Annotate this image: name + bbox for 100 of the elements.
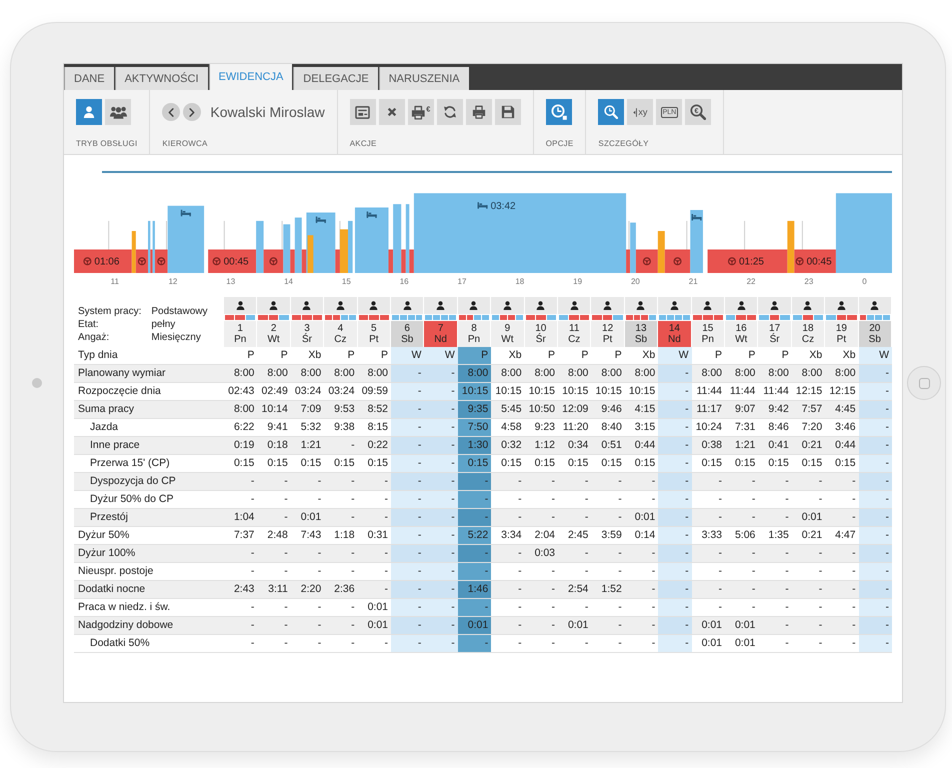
- hour-label: 23: [804, 277, 814, 286]
- tab[interactable]: DANE: [64, 67, 114, 90]
- driving-block: [74, 249, 132, 273]
- table-cell: -: [491, 473, 525, 491]
- table-cell: 8:00: [224, 365, 258, 383]
- bed-icon: [316, 216, 326, 224]
- form-button[interactable]: [350, 99, 376, 125]
- row-label: Rozpoczęcie dnia: [74, 383, 224, 401]
- save-button[interactable]: [494, 99, 521, 125]
- search-button[interactable]: [598, 99, 624, 125]
- table-cell: -: [658, 383, 692, 401]
- row-label: Dodatki 50%: [74, 635, 224, 653]
- work-block: [658, 231, 665, 273]
- rest-segment: [559, 315, 568, 320]
- table-cell: -: [792, 617, 826, 635]
- table-cell: 0:38: [692, 437, 725, 455]
- table-cell: W: [391, 347, 424, 365]
- table-cell: -: [391, 545, 424, 563]
- close-icon: [386, 107, 397, 117]
- table-cell: -: [624, 581, 658, 599]
- clock-button[interactable]: [546, 99, 572, 125]
- table-cell: -: [524, 509, 558, 527]
- table-cell: -: [825, 545, 859, 563]
- table-cell: -: [424, 491, 458, 509]
- tab[interactable]: AKTYWNOŚCI: [114, 67, 208, 90]
- table-cell: -: [257, 473, 291, 491]
- person-button[interactable]: [76, 99, 102, 125]
- table-cell: 8:00: [491, 365, 525, 383]
- table-cell: -: [858, 401, 892, 419]
- table-cell: -: [591, 509, 625, 527]
- table-cell: -: [792, 545, 826, 563]
- table-cell: -: [458, 635, 492, 653]
- bed-icon: [478, 202, 488, 209]
- table-cell: -: [324, 617, 358, 635]
- table-cell: -: [624, 617, 658, 635]
- table-cell: 10:24: [692, 419, 725, 437]
- previous-button[interactable]: [162, 103, 180, 121]
- table-cell: 10:14: [257, 401, 291, 419]
- day-number: 4: [338, 323, 344, 334]
- person-icon: [870, 301, 880, 310]
- driving-block: [150, 249, 153, 273]
- table-cell: -: [858, 599, 892, 617]
- tab[interactable]: DELEGACJE: [293, 67, 378, 90]
- next-button[interactable]: [183, 103, 202, 121]
- table-cell: -: [858, 365, 892, 383]
- hour-label: 12: [168, 277, 178, 286]
- rest-segment: [826, 315, 836, 320]
- rest-block: [630, 222, 636, 273]
- row-label: Jazda: [74, 419, 224, 437]
- table-cell: -: [692, 509, 725, 527]
- table-cell: -: [658, 527, 692, 545]
- group-label: AKCJE: [350, 139, 378, 148]
- table-cell: 12:09: [558, 401, 592, 419]
- table-cell: -: [758, 545, 792, 563]
- person-icon: [269, 301, 278, 310]
- steering-wheel-icon: [212, 257, 221, 266]
- form-icon: [355, 106, 370, 118]
- duration-label: 00:45: [806, 256, 832, 268]
- table-cell: 0:51: [591, 437, 625, 455]
- weekday-label: Śr: [536, 334, 546, 345]
- print-cost-button[interactable]: €: [408, 99, 434, 125]
- table-cell: -: [424, 617, 458, 635]
- table-cell: -: [458, 545, 492, 563]
- rest-segment: [759, 315, 769, 320]
- people-button[interactable]: [105, 99, 131, 125]
- tab[interactable]: EWIDENCJA: [208, 64, 292, 90]
- table-cell: -: [725, 581, 758, 599]
- table-cell: -: [391, 509, 424, 527]
- duration-label: 03:42: [490, 201, 516, 212]
- day-number: 3: [304, 323, 310, 334]
- table-cell: 0:03: [524, 545, 558, 563]
- table-cell: -: [825, 509, 859, 527]
- table-cell: -: [358, 581, 391, 599]
- table-cell: -: [858, 491, 892, 509]
- xy-button[interactable]: xy: [627, 99, 654, 125]
- table-cell: -: [391, 599, 424, 617]
- close-button[interactable]: [378, 99, 405, 125]
- tab[interactable]: NARUSZENIA: [378, 67, 469, 90]
- table-cell: -: [290, 617, 324, 635]
- table-cell: 8:00: [624, 365, 658, 383]
- table-cell: -: [725, 545, 758, 563]
- table-cell: -: [458, 563, 492, 581]
- table-cell: 0:44: [825, 437, 859, 455]
- steering-wheel-icon: [642, 257, 651, 266]
- print-button[interactable]: [466, 99, 492, 125]
- table-cell: 8:00: [324, 365, 358, 383]
- table-cell: 5:22: [458, 527, 492, 545]
- table-cell: Xb: [491, 347, 525, 365]
- table-cell: -: [825, 473, 859, 491]
- table-cell: -: [858, 437, 892, 455]
- table-cell: -: [658, 437, 692, 455]
- row-label: Nadgodziny dobowe: [74, 617, 224, 635]
- group-label: TRYB OBSŁUGI: [76, 139, 138, 148]
- table-cell: 10:15: [458, 383, 492, 401]
- rest-segment: [613, 315, 623, 320]
- table-cell: -: [324, 545, 358, 563]
- table-cell: 0:01: [558, 617, 592, 635]
- table-cell: 8:00: [257, 365, 291, 383]
- table-cell: W: [424, 347, 458, 365]
- refresh-button[interactable]: [436, 99, 463, 125]
